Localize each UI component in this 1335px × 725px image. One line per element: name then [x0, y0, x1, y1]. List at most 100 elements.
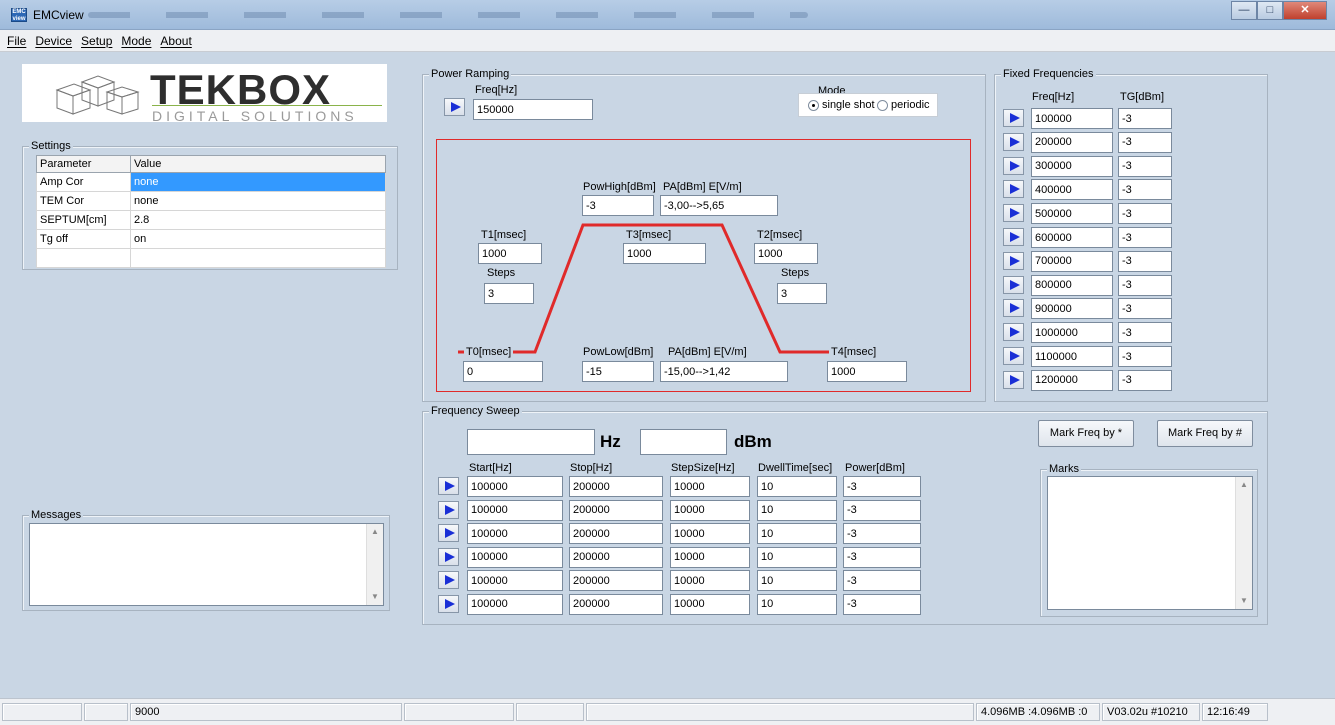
sweep-play-button[interactable]: [438, 547, 459, 566]
settings-value[interactable]: none: [130, 172, 386, 192]
sweep-stepsize-input[interactable]: [670, 546, 750, 568]
marks-scrollbar[interactable]: ▲ ▼: [1235, 477, 1252, 609]
sweep-stop-input[interactable]: [569, 476, 663, 497]
fixed-freq-input[interactable]: [1031, 203, 1113, 225]
fixed-tg-input[interactable]: [1118, 155, 1172, 177]
sweep-stepsize-input[interactable]: [670, 523, 750, 544]
fixed-freq-play-button[interactable]: [1003, 109, 1024, 127]
fixed-freq-input[interactable]: [1031, 369, 1113, 391]
fixed-tg-input[interactable]: [1118, 346, 1172, 367]
table-row[interactable]: TEM Cor none: [36, 191, 386, 211]
fixed-freq-play-button[interactable]: [1003, 156, 1024, 175]
steps-left-input[interactable]: [484, 283, 534, 304]
fixed-freq-input[interactable]: [1031, 179, 1113, 201]
t3-input[interactable]: [623, 243, 706, 264]
fixed-freq-input[interactable]: [1031, 250, 1113, 272]
sweep-hz-display[interactable]: [467, 429, 595, 455]
mode-single-shot-label[interactable]: single shot: [822, 99, 875, 111]
fixed-freq-play-button[interactable]: [1003, 323, 1024, 342]
sweep-dwell-input[interactable]: [757, 476, 837, 497]
fixed-tg-input[interactable]: [1118, 274, 1172, 296]
fixed-freq-input[interactable]: [1031, 274, 1113, 296]
menu-mode[interactable]: Mode: [121, 34, 151, 48]
pa-high-input[interactable]: [660, 195, 778, 216]
t4-input[interactable]: [827, 361, 907, 382]
ramp-freq-input[interactable]: [473, 99, 593, 120]
sweep-power-input[interactable]: [843, 499, 921, 521]
t0-input[interactable]: [463, 361, 543, 382]
menu-device[interactable]: Device: [35, 34, 72, 48]
sweep-dwell-input[interactable]: [757, 523, 837, 544]
fixed-freq-play-button[interactable]: [1003, 251, 1024, 270]
fixed-freq-play-button[interactable]: [1003, 228, 1024, 246]
fixed-tg-input[interactable]: [1118, 250, 1172, 272]
sweep-dwell-input[interactable]: [757, 546, 837, 568]
mark-freq-hash-button[interactable]: Mark Freq by #: [1157, 420, 1253, 447]
sweep-stepsize-input[interactable]: [670, 570, 750, 591]
pa-low-input[interactable]: [660, 361, 788, 382]
sweep-start-input[interactable]: [467, 546, 563, 568]
mode-periodic-label[interactable]: periodic: [891, 99, 930, 111]
mark-freq-star-button[interactable]: Mark Freq by *: [1038, 420, 1134, 447]
sweep-power-input[interactable]: [843, 546, 921, 568]
fixed-freq-input[interactable]: [1031, 298, 1113, 320]
fixed-freq-input[interactable]: [1031, 131, 1113, 153]
sweep-dwell-input[interactable]: [757, 499, 837, 521]
fixed-freq-play-button[interactable]: [1003, 180, 1024, 199]
scroll-down-icon[interactable]: ▼: [367, 589, 383, 605]
marks-list[interactable]: ▲ ▼: [1047, 476, 1253, 610]
minimize-button[interactable]: —: [1231, 1, 1257, 20]
mode-single-shot-radio[interactable]: [808, 100, 819, 111]
maximize-button[interactable]: □: [1257, 1, 1283, 20]
sweep-play-button[interactable]: [438, 571, 459, 589]
t1-input[interactable]: [478, 243, 542, 264]
sweep-stop-input[interactable]: [569, 546, 663, 568]
menu-about[interactable]: About: [160, 34, 191, 48]
sweep-power-input[interactable]: [843, 570, 921, 591]
fixed-freq-play-button[interactable]: [1003, 132, 1024, 151]
ramp-play-button[interactable]: [444, 98, 465, 116]
fixed-tg-input[interactable]: [1118, 369, 1172, 391]
scroll-down-icon[interactable]: ▼: [1236, 593, 1252, 609]
sweep-power-input[interactable]: [843, 593, 921, 615]
sweep-stepsize-input[interactable]: [670, 499, 750, 521]
sweep-play-button[interactable]: [438, 477, 459, 495]
fixed-freq-play-button[interactable]: [1003, 204, 1024, 223]
sweep-power-input[interactable]: [843, 523, 921, 544]
settings-value[interactable]: on: [130, 229, 386, 249]
fixed-tg-input[interactable]: [1118, 179, 1172, 201]
fixed-tg-input[interactable]: [1118, 108, 1172, 129]
table-row[interactable]: SEPTUM[cm] 2.8: [36, 210, 386, 230]
sweep-stop-input[interactable]: [569, 523, 663, 544]
sweep-dbm-display[interactable]: [640, 429, 727, 455]
scroll-up-icon[interactable]: ▲: [367, 524, 383, 540]
fixed-freq-play-button[interactable]: [1003, 299, 1024, 318]
fixed-freq-play-button[interactable]: [1003, 275, 1024, 294]
fixed-freq-play-button[interactable]: [1003, 347, 1024, 365]
t2-input[interactable]: [754, 243, 818, 264]
fixed-freq-input[interactable]: [1031, 346, 1113, 367]
sweep-start-input[interactable]: [467, 593, 563, 615]
fixed-freq-play-button[interactable]: [1003, 370, 1024, 389]
sweep-play-button[interactable]: [438, 594, 459, 613]
table-row[interactable]: Tg off on: [36, 229, 386, 249]
pow-low-input[interactable]: [582, 361, 654, 382]
fixed-freq-input[interactable]: [1031, 227, 1113, 248]
mode-periodic-radio[interactable]: [877, 100, 888, 111]
sweep-start-input[interactable]: [467, 523, 563, 544]
sweep-stepsize-input[interactable]: [670, 476, 750, 497]
settings-value[interactable]: none: [130, 191, 386, 211]
close-button[interactable]: ✕: [1283, 1, 1327, 20]
sweep-play-button[interactable]: [438, 500, 459, 519]
sweep-start-input[interactable]: [467, 476, 563, 497]
fixed-freq-input[interactable]: [1031, 322, 1113, 344]
fixed-freq-input[interactable]: [1031, 108, 1113, 129]
sweep-dwell-input[interactable]: [757, 570, 837, 591]
sweep-stop-input[interactable]: [569, 593, 663, 615]
sweep-stepsize-input[interactable]: [670, 593, 750, 615]
sweep-power-input[interactable]: [843, 476, 921, 497]
sweep-dwell-input[interactable]: [757, 593, 837, 615]
sweep-stop-input[interactable]: [569, 570, 663, 591]
fixed-tg-input[interactable]: [1118, 322, 1172, 344]
sweep-start-input[interactable]: [467, 499, 563, 521]
